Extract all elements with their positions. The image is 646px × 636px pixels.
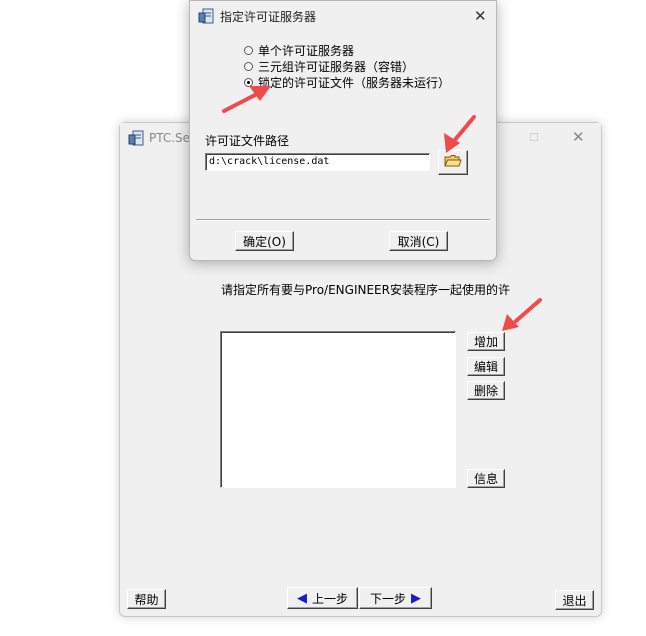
radio-icon xyxy=(244,45,253,55)
cancel-button[interactable]: 取消(C) xyxy=(389,231,448,251)
dialog-title: 指定许可证服务器 xyxy=(220,10,317,24)
ptc-app-icon xyxy=(198,8,214,24)
add-button[interactable]: 增加 xyxy=(467,332,505,351)
left-arrow-icon: ◀ xyxy=(296,590,307,606)
help-button[interactable]: 帮助 xyxy=(127,589,166,609)
right-arrow-icon: ▶ xyxy=(411,590,421,606)
radio-single-server[interactable]: 单个许可证服务器 xyxy=(244,43,354,58)
delete-button[interactable]: 删除 xyxy=(467,381,505,400)
close-icon[interactable]: ✕ xyxy=(572,129,585,145)
next-button[interactable]: 下一步 ▶ xyxy=(359,587,432,609)
folder-icon xyxy=(444,154,462,171)
edit-button[interactable]: 编辑 xyxy=(467,357,505,376)
radio-locked-license-file[interactable]: 锁定的许可证文件（服务器未运行） xyxy=(244,75,450,90)
radio-selected-icon xyxy=(244,77,253,87)
exit-button[interactable]: 退出 xyxy=(555,590,594,610)
license-path-input[interactable]: d:\crack\license.dat xyxy=(205,153,430,171)
maximize-icon[interactable]: ☐ xyxy=(529,130,539,146)
license-server-dialog: 指定许可证服务器 ✕ 单个许可证服务器 三元组许可证服务器（容错） 锁定的许可证… xyxy=(189,0,497,261)
back-button[interactable]: ◀ 上一步 xyxy=(287,587,358,609)
dialog-separator xyxy=(196,219,490,221)
info-button[interactable]: 信息 xyxy=(467,469,505,488)
license-list[interactable] xyxy=(220,331,456,488)
instruction-text: 请指定所有要与Pro/ENGINEER安装程序一起使用的许 xyxy=(221,283,510,297)
ptc-app-icon xyxy=(128,130,144,146)
dialog-title-bar: 指定许可证服务器 ✕ xyxy=(190,1,496,30)
path-label: 许可证文件路径 xyxy=(205,134,290,148)
radio-icon xyxy=(244,61,253,71)
ok-button[interactable]: 确定(O) xyxy=(235,231,294,251)
radio-triad-server[interactable]: 三元组许可证服务器（容错） xyxy=(244,59,414,74)
browse-button[interactable] xyxy=(438,150,468,175)
close-icon[interactable]: ✕ xyxy=(474,8,487,24)
